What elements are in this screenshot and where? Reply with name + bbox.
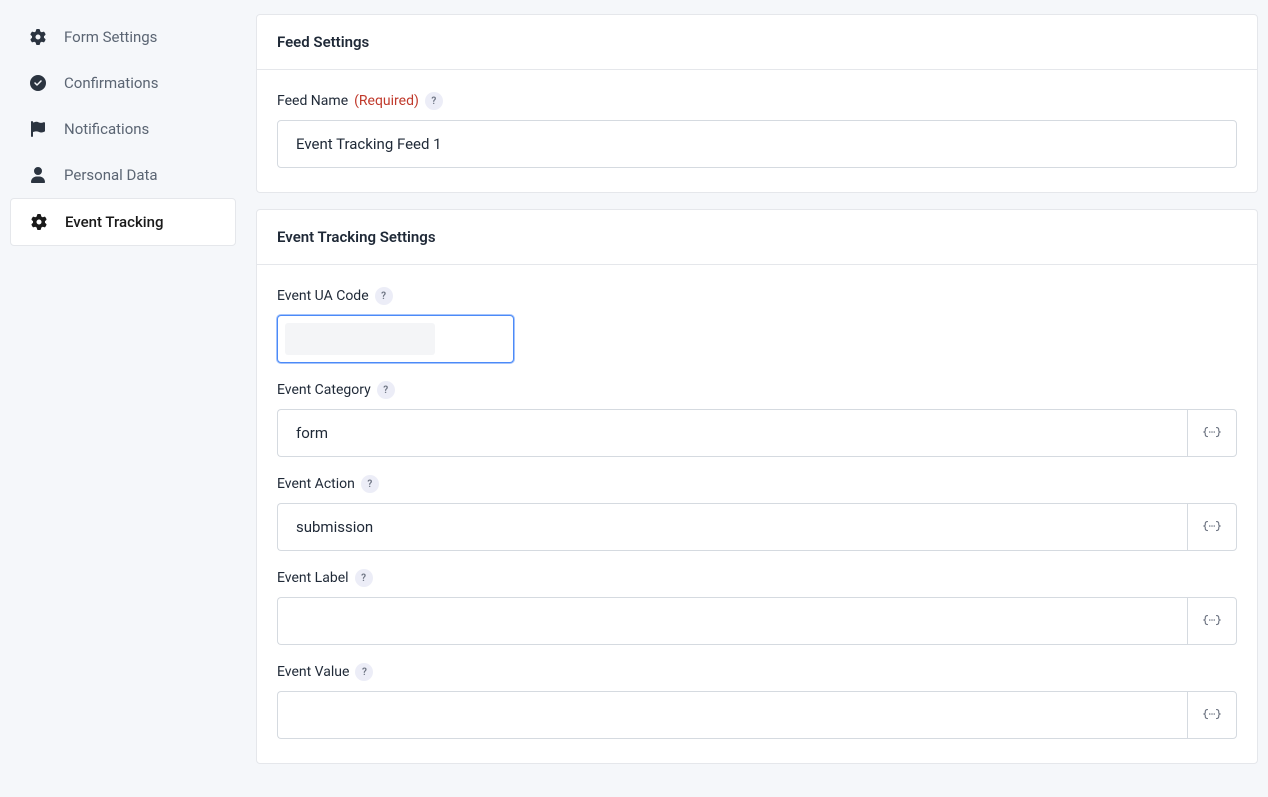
sidebar-item-notifications[interactable]: Notifications — [10, 106, 236, 152]
field-event-value: Event Value ? — [277, 663, 1237, 739]
merge-tag-icon — [1203, 425, 1221, 442]
field-label: Event Label — [277, 570, 349, 586]
help-icon[interactable]: ? — [355, 663, 373, 681]
field-event-category: Event Category ? — [277, 381, 1237, 457]
merge-tag-button[interactable] — [1187, 691, 1237, 739]
gear-icon — [31, 214, 47, 230]
redacted-placeholder — [285, 323, 435, 355]
panel-title: Feed Settings — [257, 15, 1257, 70]
main-content: Feed Settings Feed Name (Required) ? Eve… — [256, 14, 1258, 764]
user-icon — [30, 167, 46, 183]
sidebar-item-label: Form Settings — [64, 28, 157, 46]
help-icon[interactable]: ? — [361, 475, 379, 493]
sidebar-item-personal-data[interactable]: Personal Data — [10, 152, 236, 198]
field-event-label: Event Label ? — [277, 569, 1237, 645]
field-label: Event UA Code — [277, 288, 369, 304]
panel-title: Event Tracking Settings — [257, 210, 1257, 265]
field-label: Event Value — [277, 664, 349, 680]
event-category-input[interactable] — [277, 409, 1187, 457]
sidebar-item-label: Personal Data — [64, 166, 158, 184]
sidebar-item-confirmations[interactable]: Confirmations — [10, 60, 236, 106]
field-event-action: Event Action ? — [277, 475, 1237, 551]
feed-settings-panel: Feed Settings Feed Name (Required) ? — [256, 14, 1258, 193]
field-label: Feed Name — [277, 93, 348, 109]
field-event-ua-code: Event UA Code ? — [277, 287, 1237, 363]
help-icon[interactable]: ? — [377, 381, 395, 399]
flag-icon — [30, 121, 46, 137]
sidebar-item-label: Notifications — [64, 120, 149, 138]
field-label: Event Action — [277, 476, 355, 492]
merge-tag-icon — [1203, 613, 1221, 630]
event-action-input[interactable] — [277, 503, 1187, 551]
check-circle-icon — [30, 75, 46, 91]
merge-tag-button[interactable] — [1187, 597, 1237, 645]
sidebar: Form Settings Confirmations Notification… — [10, 14, 236, 764]
sidebar-item-form-settings[interactable]: Form Settings — [10, 14, 236, 60]
sidebar-item-label: Event Tracking — [65, 213, 163, 231]
help-icon[interactable]: ? — [355, 569, 373, 587]
merge-tag-button[interactable] — [1187, 409, 1237, 457]
gear-icon — [30, 29, 46, 45]
field-label: Event Category — [277, 382, 371, 398]
required-indicator: (Required) — [354, 93, 419, 109]
event-tracking-settings-panel: Event Tracking Settings Event UA Code ? — [256, 209, 1258, 764]
merge-tag-button[interactable] — [1187, 503, 1237, 551]
field-feed-name: Feed Name (Required) ? — [277, 92, 1237, 168]
event-label-input[interactable] — [277, 597, 1187, 645]
help-icon[interactable]: ? — [425, 92, 443, 110]
merge-tag-icon — [1203, 707, 1221, 724]
sidebar-item-event-tracking[interactable]: Event Tracking — [10, 198, 236, 246]
event-value-input[interactable] — [277, 691, 1187, 739]
help-icon[interactable]: ? — [375, 287, 393, 305]
sidebar-item-label: Confirmations — [64, 74, 158, 92]
merge-tag-icon — [1203, 519, 1221, 536]
feed-name-input[interactable] — [277, 120, 1237, 168]
